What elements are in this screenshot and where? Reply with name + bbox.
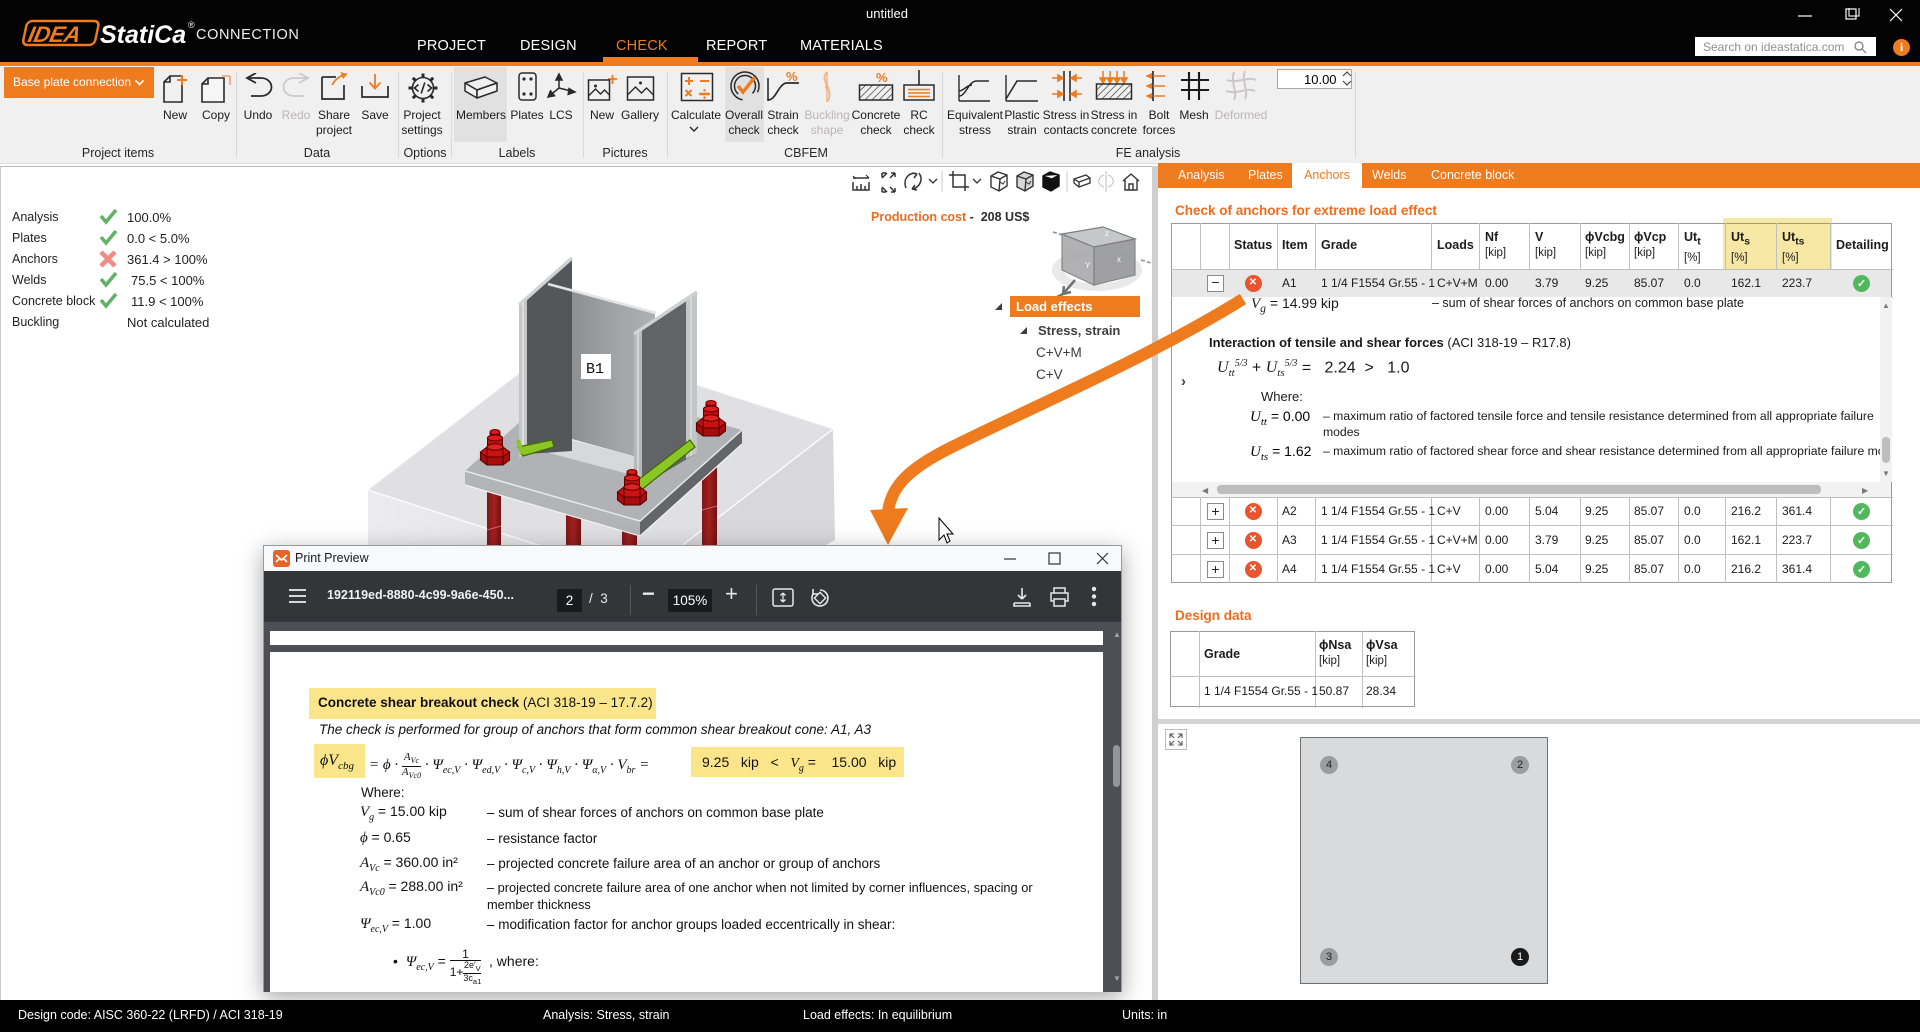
svg-text:z: z <box>1105 229 1109 238</box>
svg-text:StatiCa: StatiCa <box>100 21 186 48</box>
svg-text:IDEA: IDEA <box>26 21 83 47</box>
svg-text:%: % <box>876 71 888 85</box>
svg-text:B1: B1 <box>586 361 604 378</box>
svg-text:%: % <box>786 70 798 84</box>
svg-text:Y: Y <box>1085 261 1091 270</box>
svg-text:x: x <box>1117 255 1121 264</box>
svg-text:®: ® <box>188 20 195 30</box>
